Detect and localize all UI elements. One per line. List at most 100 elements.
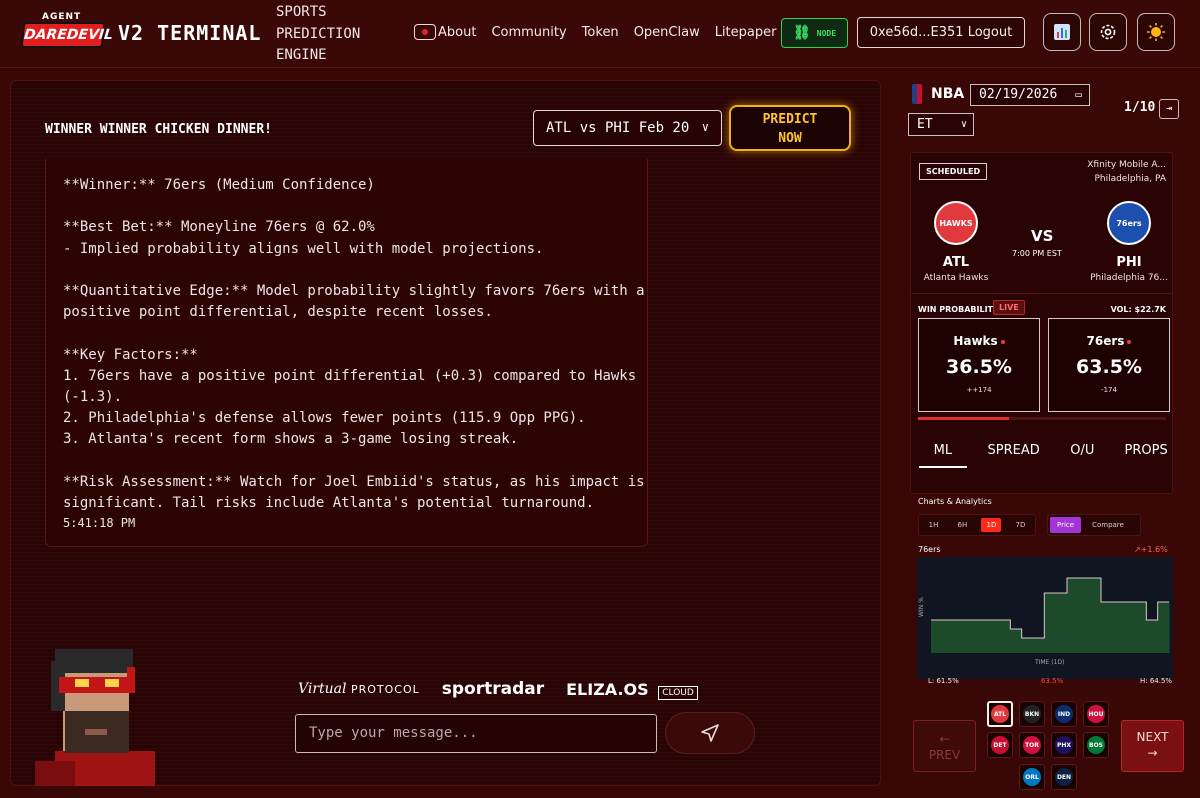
team-chip-ind[interactable]: IND bbox=[1051, 701, 1077, 727]
team-chip-hou[interactable]: HOU bbox=[1083, 701, 1109, 727]
message-line: **Risk Assessment:** Watch for Joel Embi… bbox=[63, 473, 645, 490]
tab-props[interactable]: PROPS bbox=[1118, 441, 1174, 471]
team-chip-label: DET bbox=[993, 741, 1007, 749]
team-chip-den[interactable]: DEN bbox=[1051, 764, 1077, 790]
node-button[interactable]: ⛓ NODE bbox=[781, 18, 848, 48]
den-logo-icon: DEN bbox=[1055, 768, 1073, 786]
team-chip-bos[interactable]: BOS bbox=[1083, 732, 1109, 758]
match-select[interactable]: ATL vs PHI Feb 20 ∨ bbox=[533, 110, 722, 146]
chart-bar bbox=[1067, 578, 1079, 653]
phx-logo-icon: PHX bbox=[1055, 736, 1073, 754]
nav-about[interactable]: About bbox=[438, 25, 476, 40]
team-chip-label: BOS bbox=[1089, 741, 1103, 749]
chart-bar bbox=[1135, 602, 1147, 653]
hawks-probability-card[interactable]: Hawks 36.5% ++174 bbox=[918, 318, 1040, 412]
message-timestamp: 5:41:18 PM bbox=[63, 516, 136, 531]
next-button[interactable]: NEXT → bbox=[1121, 720, 1184, 772]
chart-bar bbox=[942, 620, 955, 653]
send-button[interactable] bbox=[665, 712, 755, 754]
sportradar-logo[interactable]: sportradar bbox=[442, 679, 544, 699]
expand-icon[interactable]: ⇥ bbox=[1159, 99, 1179, 119]
win-probability-label: WIN PROBABILITY bbox=[918, 305, 999, 314]
settings-button[interactable] bbox=[1089, 13, 1127, 51]
top-bar: AGENT DAREDEVIL V2 TERMINAL SPORTS PREDI… bbox=[0, 0, 1200, 68]
range-1d[interactable]: 1D bbox=[981, 518, 1002, 532]
away-team-abbr: PHI bbox=[1116, 255, 1142, 270]
virtual-protocol-logo[interactable]: Virtual PROTOCOL bbox=[298, 681, 420, 697]
team-chip-orl[interactable]: ORL bbox=[1019, 764, 1045, 790]
chart-bar bbox=[1123, 602, 1136, 653]
divider bbox=[911, 293, 1172, 294]
main-nav: About Community Token OpenClaw Litepaper bbox=[414, 24, 791, 40]
team-chip-phx[interactable]: PHX bbox=[1051, 732, 1077, 758]
chart-y-label: WIN % bbox=[918, 597, 925, 617]
76ers-percent: 63.5% bbox=[1076, 356, 1142, 378]
team-chip-label: DEN bbox=[1056, 773, 1072, 781]
next-label: NEXT bbox=[1136, 730, 1169, 744]
range-1h[interactable]: 1H bbox=[924, 518, 944, 532]
game-card: SCHEDULED Xfinity Mobile A... Philadelph… bbox=[910, 152, 1173, 494]
match-select-value: ATL vs PHI Feb 20 bbox=[546, 120, 690, 136]
logo-top-text: AGENT bbox=[42, 12, 82, 22]
away-team-name: Philadelphia 76... bbox=[1090, 273, 1168, 283]
price-chart[interactable]: WIN % TIME (1D) bbox=[917, 557, 1173, 679]
prev-label: PREV bbox=[928, 748, 961, 762]
message-line: **Winner:** 76ers (Medium Confidence) bbox=[63, 177, 375, 193]
team-chip-tor[interactable]: TOR bbox=[1019, 732, 1045, 758]
nav-token[interactable]: Token bbox=[582, 25, 619, 40]
predict-label-2: NOW bbox=[778, 131, 802, 146]
message-body: **Winner:** 76ers (Medium Confidence) **B… bbox=[63, 175, 645, 514]
youtube-icon[interactable] bbox=[414, 24, 436, 40]
team-chip-det[interactable]: DET bbox=[987, 732, 1013, 758]
prev-button[interactable]: ← PREV bbox=[913, 720, 976, 772]
chart-low: L: 61.5% bbox=[928, 677, 959, 685]
time-range-group: 1H 6H 1D 7D bbox=[918, 514, 1036, 536]
tab-over-under[interactable]: O/U bbox=[1062, 441, 1102, 471]
league-label: NBA bbox=[931, 86, 965, 102]
status-badge: SCHEDULED bbox=[919, 163, 988, 180]
range-6h[interactable]: 6H bbox=[953, 518, 973, 532]
range-7d[interactable]: 7D bbox=[1011, 518, 1031, 532]
theme-button[interactable] bbox=[1137, 13, 1175, 51]
chart-bar bbox=[1078, 578, 1091, 653]
date-value: 02/19/2026 bbox=[979, 87, 1058, 102]
tab-ml[interactable]: ML bbox=[919, 441, 967, 468]
team-chip-atl[interactable]: ATL bbox=[987, 701, 1013, 727]
76ers-probability-card[interactable]: 76ers 63.5% -174 bbox=[1048, 318, 1170, 412]
nav-community[interactable]: Community bbox=[491, 25, 566, 40]
wallet-logout-button[interactable]: 0xe56d...E351 Logout bbox=[857, 17, 1025, 48]
predict-now-button[interactable]: PREDICT NOW bbox=[729, 105, 851, 151]
hou-logo-icon: HOU bbox=[1087, 705, 1105, 723]
hawks-logo-icon: HAWKS bbox=[934, 201, 978, 245]
send-icon bbox=[701, 724, 719, 742]
stats-button[interactable] bbox=[1043, 13, 1081, 51]
team-chip-bkn[interactable]: BKN bbox=[1019, 701, 1045, 727]
status-dot bbox=[1127, 339, 1132, 344]
home-team-abbr: ATL bbox=[942, 255, 970, 270]
nav-openclaw[interactable]: OpenClaw bbox=[634, 25, 700, 40]
chart-bar bbox=[999, 620, 1011, 653]
tor-logo-icon: TOR bbox=[1023, 736, 1041, 754]
chart-bar bbox=[965, 620, 977, 653]
chart-bar bbox=[1089, 578, 1102, 653]
chart-bar bbox=[987, 620, 1000, 653]
ind-logo-icon: IND bbox=[1055, 705, 1073, 723]
timezone-select[interactable]: ET ∨ bbox=[908, 113, 974, 136]
team-chip-label: ATL bbox=[993, 710, 1007, 718]
message-input[interactable]: Type your message... bbox=[295, 714, 657, 753]
game-time: 7:00 PM EST bbox=[1012, 249, 1062, 258]
date-picker[interactable]: 02/19/2026 ▭ bbox=[970, 84, 1090, 106]
view-compare[interactable]: Compare bbox=[1085, 517, 1131, 533]
tab-spread[interactable]: SPREAD bbox=[979, 441, 1049, 471]
nav-litepaper[interactable]: Litepaper bbox=[715, 25, 777, 40]
timezone-value: ET bbox=[917, 117, 933, 132]
charts-analytics-label: Charts & Analytics bbox=[918, 497, 992, 506]
chat-panel: WINNER WINNER CHICKEN DINNER! ATL vs PHI… bbox=[10, 80, 881, 786]
game-page-count: 1/10 bbox=[1124, 100, 1156, 115]
daredevil-logo[interactable]: AGENT DAREDEVIL bbox=[20, 10, 114, 56]
chart-bar bbox=[931, 620, 943, 653]
message-line: positive point differential, despite rec… bbox=[63, 304, 493, 321]
eliza-os-logo[interactable]: ELIZA.OS CLOUD bbox=[566, 680, 698, 700]
view-price[interactable]: Price bbox=[1050, 517, 1082, 533]
bkn-logo-icon: BKN bbox=[1023, 705, 1041, 723]
